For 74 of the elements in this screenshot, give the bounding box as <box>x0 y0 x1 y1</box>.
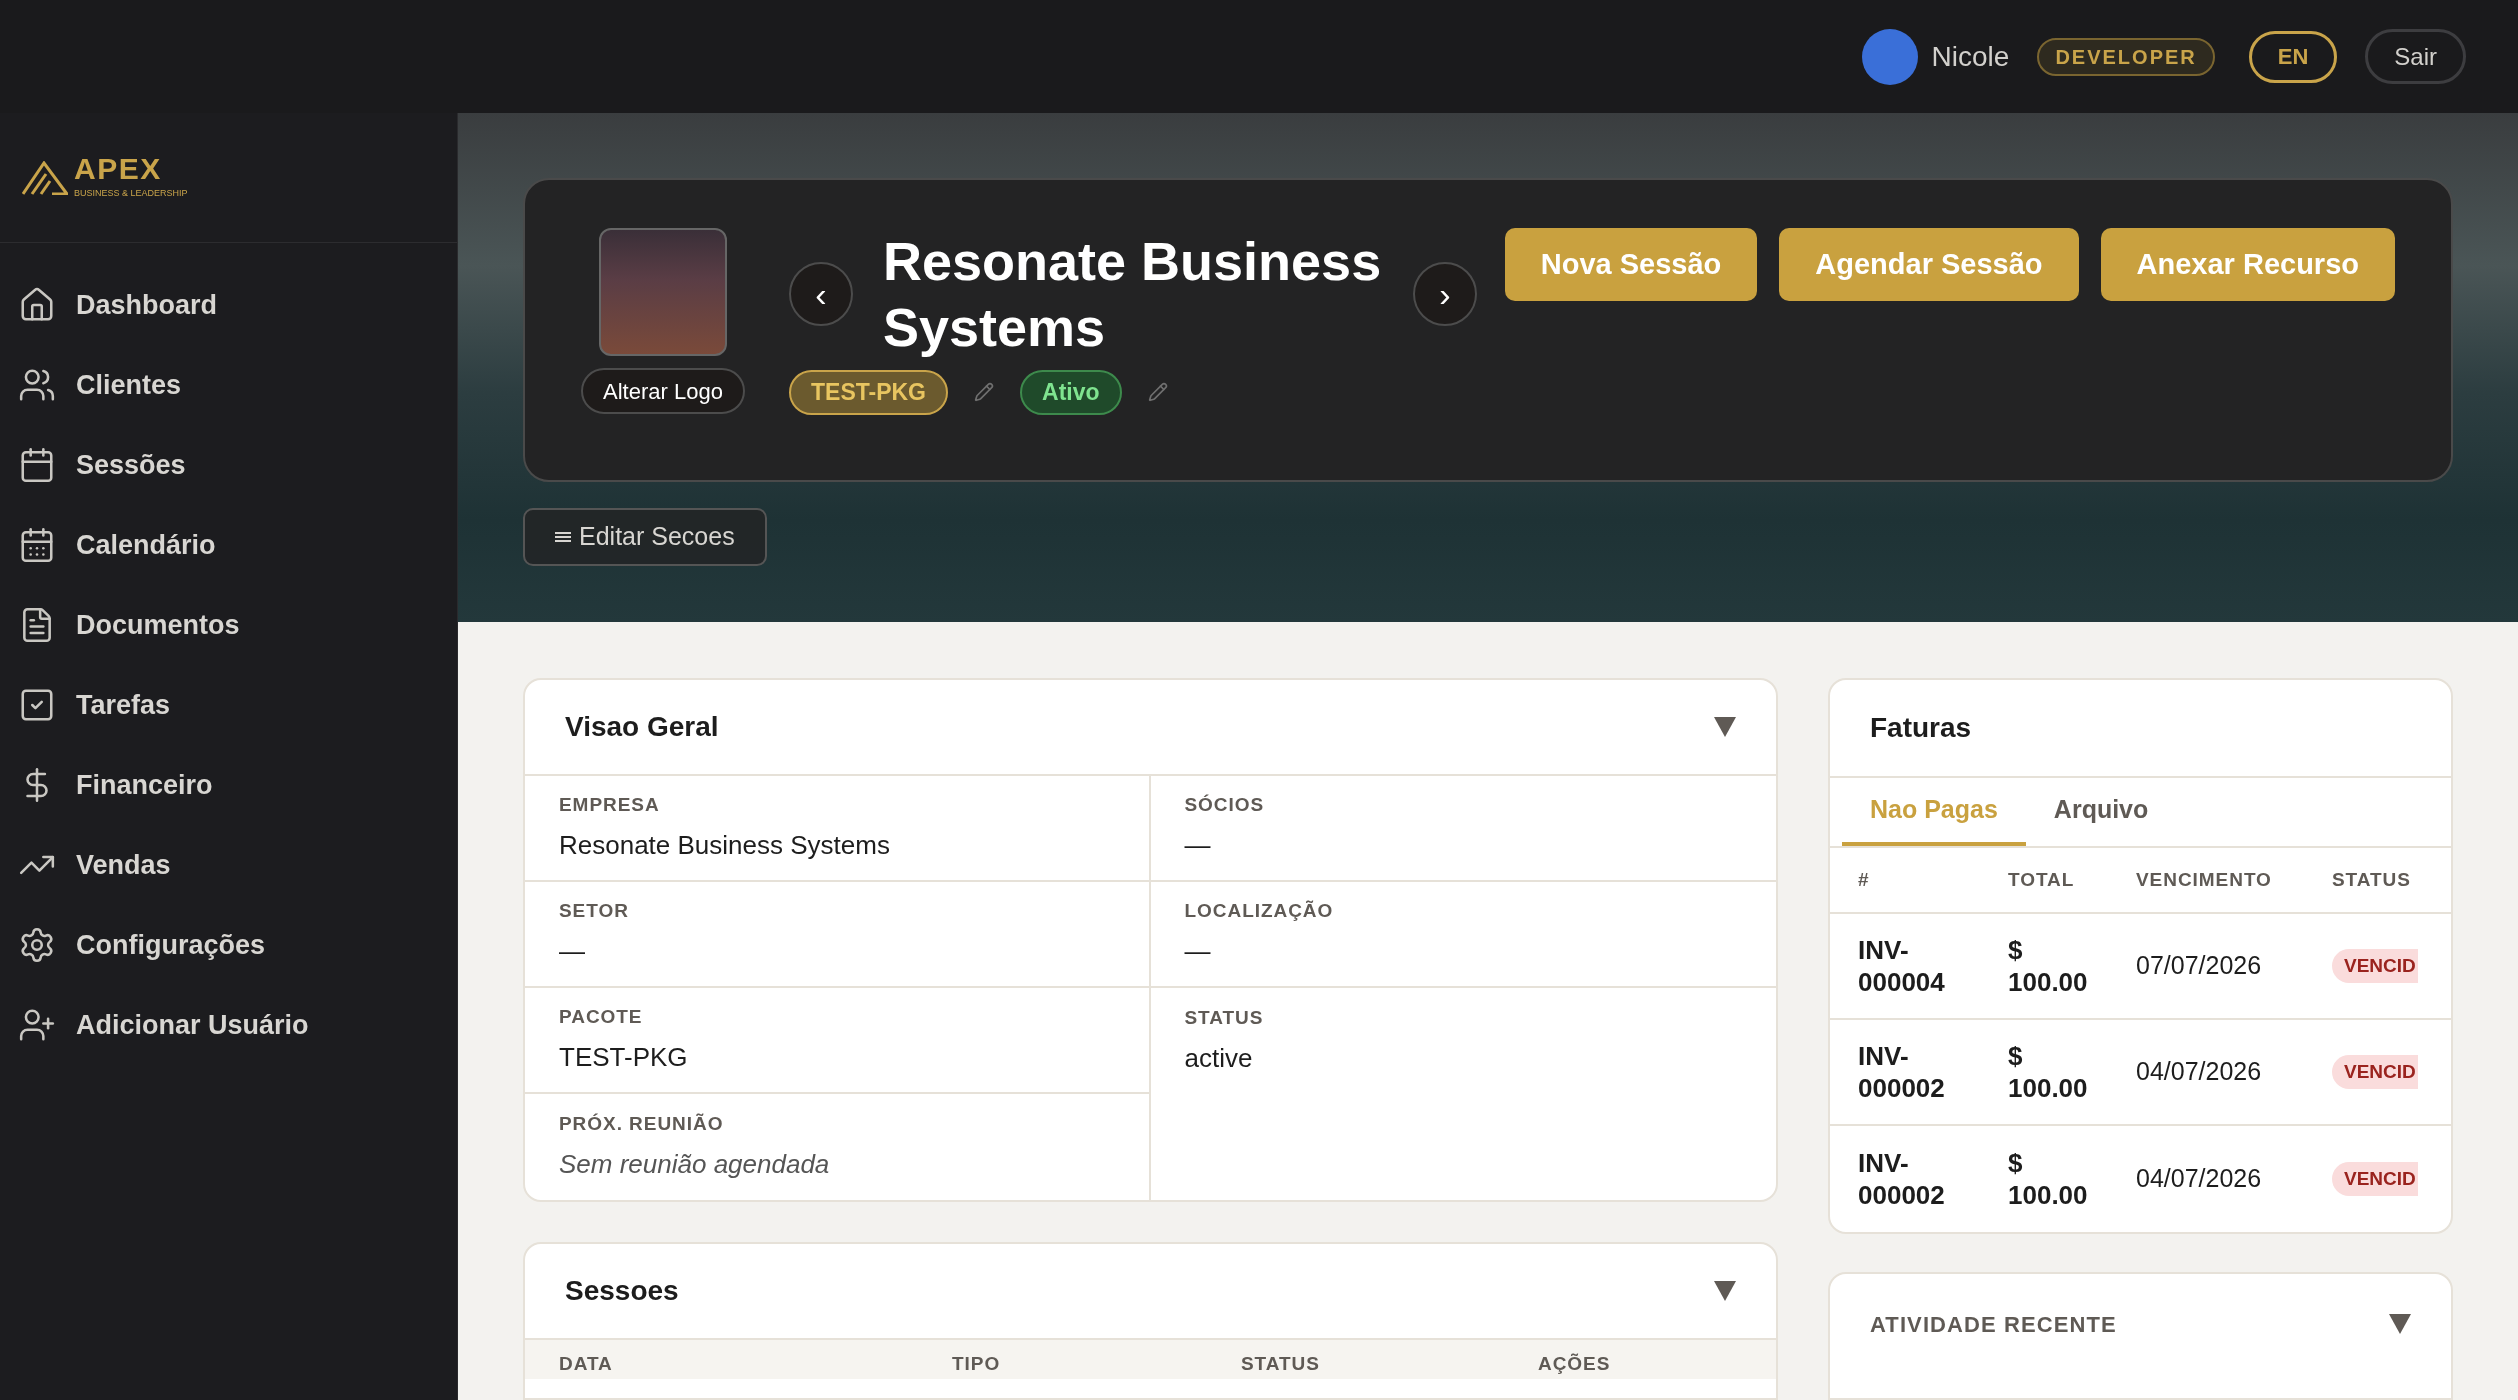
calendar-grid-icon <box>18 526 56 564</box>
sidebar-item[interactable]: Documentos <box>0 585 457 665</box>
invoice-number: INV-000002 <box>1858 1147 1946 1211</box>
invoice-number: INV-000004 <box>1858 934 1946 998</box>
field-label: LOCALIZAÇÃO <box>1184 899 1335 924</box>
status-badge: VENCID <box>2332 948 2418 984</box>
invoice-total: $ 100.00 <box>2008 934 2089 998</box>
field-label: STATUS <box>1184 1006 1265 1031</box>
status-badge: Ativo <box>1020 370 1122 415</box>
sidebar-item[interactable]: Tarefas <box>0 665 457 745</box>
menu-icon <box>555 530 571 544</box>
language-button[interactable]: EN <box>2248 30 2338 83</box>
invoice-due-date: 07/07/2026 <box>2136 950 2263 982</box>
previous-button[interactable]: ‹ <box>789 262 853 326</box>
card-title: Faturas <box>1870 711 1972 745</box>
client-title: Resonate Business Systems <box>883 230 1383 359</box>
field-value: TEST-PKG <box>559 1040 689 1074</box>
mountain-logo-icon <box>22 160 68 195</box>
sidebar-item[interactable]: Clientes <box>0 345 457 425</box>
card-title: ATIVIDADE RECENTE <box>1870 1310 2117 1339</box>
pencil-icon[interactable] <box>974 382 994 403</box>
field-label: PRÓX. REUNIÃO <box>559 1112 725 1137</box>
package-badge: TEST-PKG <box>789 370 948 415</box>
checkbox-icon <box>18 686 56 724</box>
column-header: TOTAL <box>2008 867 2076 892</box>
column-header: DATA <box>559 1352 614 1376</box>
sidebar-item[interactable]: Vendas <box>0 825 457 905</box>
collapse-triangle-icon[interactable] <box>1714 1281 1736 1301</box>
sidebar-item[interactable]: Configurações <box>0 905 457 985</box>
status-badge: VENCID <box>2332 1161 2418 1197</box>
settings-icon <box>18 926 56 964</box>
field-value: Sem reunião agendada <box>559 1147 831 1181</box>
invoice-total: $ 100.00 <box>2008 1040 2089 1104</box>
field-value: active <box>1184 1041 1254 1075</box>
column-header: VENCIMENTO <box>2136 867 2273 892</box>
field-value: Resonate Business Systems <box>559 828 891 862</box>
sidebar-item[interactable]: Financeiro <box>0 745 457 825</box>
invoice-tab[interactable]: Arquivo <box>2025 778 2177 846</box>
column-header: TIPO <box>952 1352 1002 1376</box>
field-value: — <box>1184 828 1212 862</box>
user-name: Nicole <box>1931 39 2010 74</box>
edit-sections-button[interactable]: Editar Secoes <box>523 508 767 566</box>
change-logo-button[interactable]: Alterar Logo <box>581 368 745 414</box>
field-label: SÓCIOS <box>1184 793 1266 818</box>
pencil-icon[interactable] <box>1147 382 1168 403</box>
column-header: AÇÕES <box>1538 1352 1612 1376</box>
logo-wordmark: APEX <box>74 154 163 185</box>
column-header: STATUS <box>1241 1352 1321 1376</box>
column-header: # <box>1858 867 1871 892</box>
collapse-triangle-icon[interactable] <box>2389 1314 2411 1334</box>
invoice-due-date: 04/07/2026 <box>2136 1163 2263 1195</box>
field-value: — <box>559 934 586 968</box>
sidebar-item[interactable]: Sessões <box>0 425 457 505</box>
field-label: SETOR <box>559 899 630 924</box>
status-badge: VENCID <box>2332 1054 2418 1090</box>
sidebar-item[interactable]: Dashboard <box>0 265 457 345</box>
logout-button[interactable]: Sair <box>2365 29 2466 84</box>
field-value: — <box>1184 934 1212 968</box>
next-button[interactable]: › <box>1413 262 1477 326</box>
card-title: Sessoes <box>565 1274 679 1308</box>
logo-tagline: BUSINESS & LEADERSHIP <box>74 187 188 201</box>
card-title: Visao Geral <box>565 710 719 744</box>
home-icon <box>18 286 56 324</box>
invoice-number: INV-000002 <box>1858 1040 1946 1104</box>
invoice-total: $ 100.00 <box>2008 1147 2089 1211</box>
collapse-triangle-icon[interactable] <box>1714 717 1736 737</box>
role-badge: DEVELOPER <box>2037 37 2215 76</box>
column-header: STATUS <box>2332 867 2412 892</box>
calendar-icon <box>18 446 56 484</box>
field-label: PACOTE <box>559 1005 644 1030</box>
field-label: EMPRESA <box>559 793 661 818</box>
sidebar-item[interactable]: Adicionar Usuário <box>0 985 457 1065</box>
sidebar-item[interactable]: Calendário <box>0 505 457 585</box>
invoice-due-date: 04/07/2026 <box>2136 1056 2263 1088</box>
